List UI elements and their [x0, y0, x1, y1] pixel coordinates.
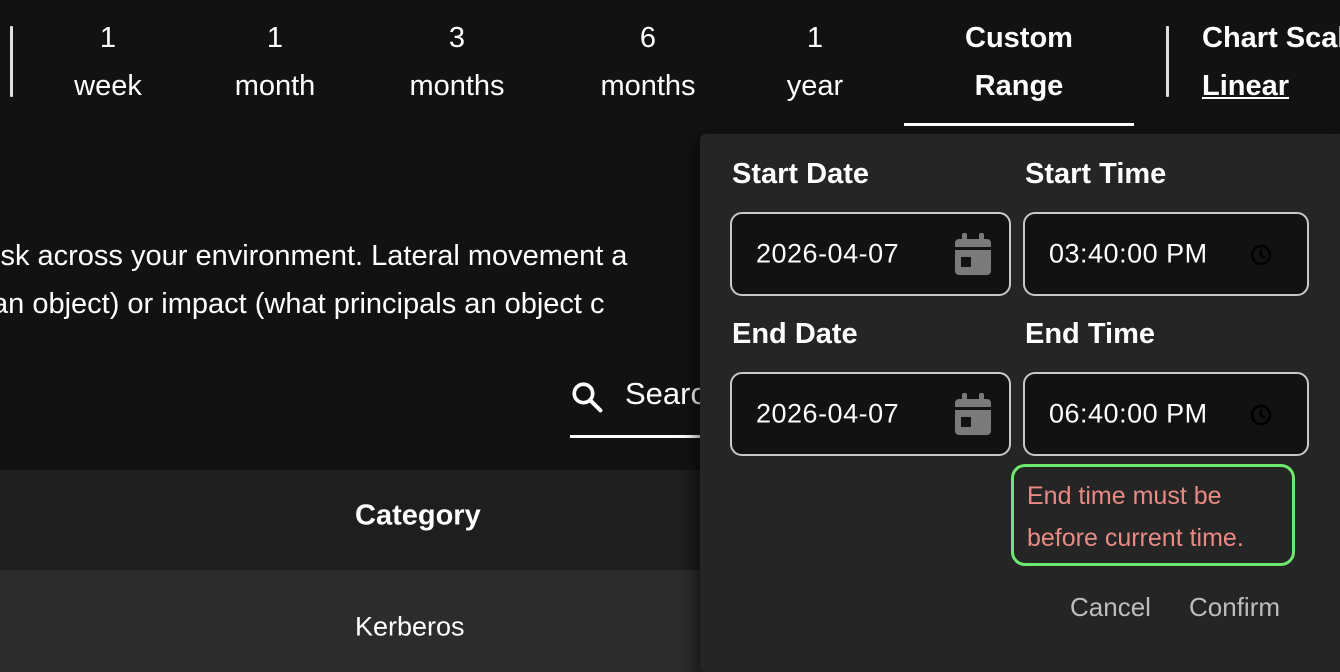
end-date-field[interactable]: 2026-04-07: [730, 372, 1011, 456]
custom-range-popover: Start Date Start Time 2026-04-07 03:40:0…: [700, 134, 1340, 672]
tab-label-unit: year: [786, 70, 844, 102]
end-time-error: End time must be before current time.: [1011, 464, 1295, 566]
tab-6-months[interactable]: 6 months: [583, 14, 713, 110]
start-date-field[interactable]: 2026-04-07: [730, 212, 1011, 296]
table-row[interactable]: Kerberos: [0, 570, 720, 672]
tab-3-months[interactable]: 3 months: [392, 14, 522, 110]
tab-label-number: 1: [266, 22, 284, 54]
app-root: 1 week 1 month 3 months 6 months 1 year …: [0, 0, 1340, 672]
clock-icon[interactable]: [1249, 403, 1273, 427]
end-time-label: End Time: [1025, 318, 1155, 350]
tab-label-unit: month: [234, 70, 316, 102]
search-icon: [572, 382, 603, 413]
confirm-button[interactable]: Confirm: [1189, 592, 1280, 623]
start-time-field[interactable]: 03:40:00 PM: [1023, 212, 1309, 296]
tab-label-unit: months: [409, 70, 505, 102]
calendar-icon[interactable]: [953, 393, 993, 437]
tab-custom-range[interactable]: Custom Range: [914, 14, 1124, 110]
cell-category: Kerberos: [355, 611, 465, 642]
end-time-value: 06:40:00 PM: [1049, 398, 1208, 429]
chart-scale-toggle[interactable]: Linear: [1202, 62, 1289, 110]
tab-label-number: 1: [99, 22, 117, 54]
range-bar-left-divider: [10, 26, 13, 97]
search-field[interactable]: Search: [570, 372, 723, 440]
start-date-value: 2026-04-07: [756, 238, 900, 269]
calendar-icon[interactable]: [953, 233, 993, 277]
active-tab-indicator: [904, 123, 1134, 126]
tab-label-number: 3: [448, 22, 466, 54]
tab-1-month[interactable]: 1 month: [220, 14, 330, 110]
scale-divider: [1166, 26, 1169, 97]
tab-1-year[interactable]: 1 year: [770, 14, 860, 110]
end-date-value: 2026-04-07: [756, 398, 900, 429]
tab-label-number: 6: [639, 22, 657, 54]
chart-scale-title: Chart Scale: [1202, 22, 1340, 54]
error-message-line: before current time.: [1027, 524, 1244, 552]
end-time-field[interactable]: 06:40:00 PM: [1023, 372, 1309, 456]
error-message: End time must be before current time.: [1027, 475, 1244, 559]
start-time-label: Start Time: [1025, 158, 1167, 190]
cancel-button[interactable]: Cancel: [1070, 592, 1151, 623]
search-underline: [570, 435, 710, 438]
start-time-value: 03:40:00 PM: [1049, 238, 1208, 269]
clock-icon[interactable]: [1249, 243, 1273, 267]
start-date-label: Start Date: [732, 158, 869, 190]
description-line: an object) or impact (what principals an…: [0, 288, 605, 320]
tab-label-unit: months: [600, 70, 696, 102]
tab-label-number: 1: [806, 22, 824, 54]
page-description: isk across your environment. Lateral mov…: [0, 232, 760, 328]
column-header-category[interactable]: Category: [355, 500, 481, 533]
error-message-line: End time must be: [1027, 482, 1222, 510]
tab-label-unit: week: [74, 70, 142, 102]
chart-scale-control: Chart Scale Linear: [1202, 14, 1340, 110]
tab-label-top: Custom: [965, 22, 1073, 54]
table-header: Category: [0, 470, 720, 570]
end-date-label: End Date: [732, 318, 858, 350]
description-line: isk across your environment. Lateral mov…: [0, 240, 628, 272]
tab-label-bottom: Range: [974, 70, 1064, 102]
time-range-bar: 1 week 1 month 3 months 6 months 1 year …: [0, 0, 1340, 130]
tab-1-week[interactable]: 1 week: [58, 14, 158, 110]
